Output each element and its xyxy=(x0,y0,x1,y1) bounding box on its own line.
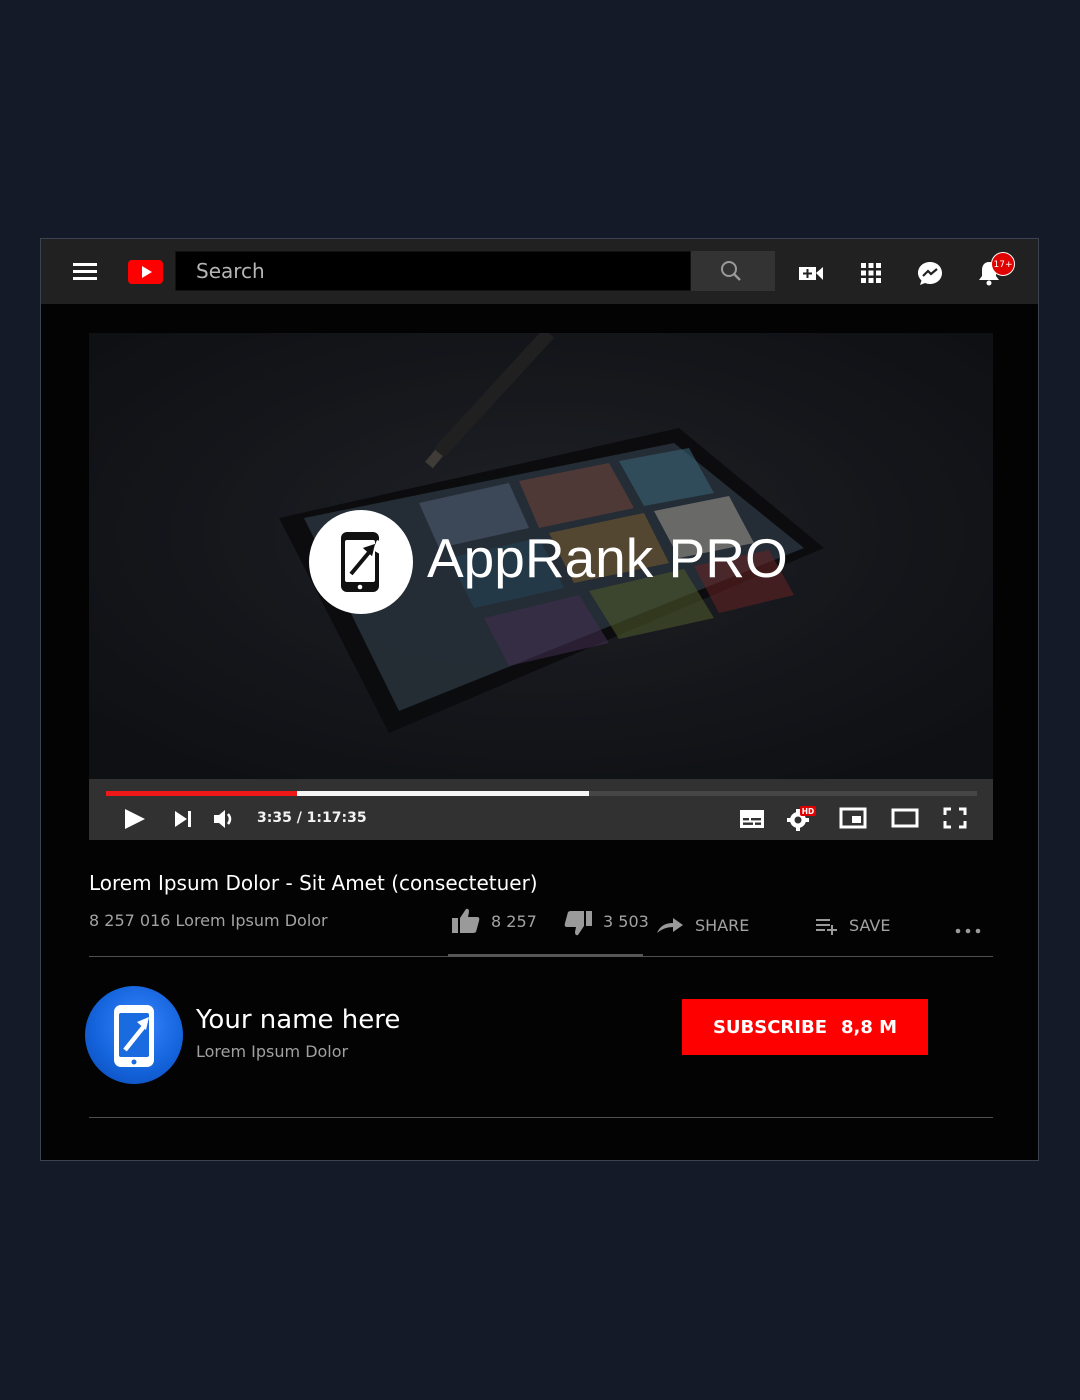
search-icon xyxy=(721,261,741,281)
notification-badge: 17+ xyxy=(991,252,1015,276)
search-input[interactable] xyxy=(175,251,691,291)
channel-avatar[interactable] xyxy=(85,986,183,1084)
theater-mode-icon[interactable] xyxy=(891,807,919,829)
save-label: SAVE xyxy=(849,915,891,935)
fullscreen-icon[interactable] xyxy=(943,807,967,829)
menu-icon[interactable] xyxy=(73,263,97,281)
share-icon xyxy=(657,918,683,933)
miniplayer-icon[interactable] xyxy=(839,807,867,829)
volume-icon[interactable] xyxy=(213,808,237,830)
share-label: SHARE xyxy=(695,915,750,935)
share-button[interactable]: SHARE xyxy=(655,911,749,939)
subscribe-button[interactable]: SUBSCRIBE 8,8 M xyxy=(682,999,928,1055)
thumbs-up-icon xyxy=(452,908,480,933)
settings-gear-icon: HD xyxy=(787,806,816,831)
progress-bar[interactable] xyxy=(106,791,977,796)
app-window: 17+ xyxy=(40,238,1039,1161)
play-icon[interactable] xyxy=(123,807,147,831)
dislike-count: 3 503 xyxy=(603,911,649,931)
save-button[interactable]: SAVE xyxy=(815,911,890,939)
time-display: 3:35 / 1:17:35 xyxy=(257,810,367,826)
like-count: 8 257 xyxy=(491,911,537,931)
brand-logo xyxy=(309,510,413,614)
like-button[interactable]: 8 257 xyxy=(451,907,537,935)
video-title: Lorem Ipsum Dolor - Sit Amet (consectetu… xyxy=(89,871,538,895)
more-options-icon[interactable] xyxy=(955,917,981,945)
top-bar: 17+ xyxy=(41,239,1038,304)
messages-icon[interactable] xyxy=(916,259,944,287)
channel-name[interactable]: Your name here xyxy=(196,1005,400,1035)
view-count: 8 257 016 Lorem Ipsum Dolor xyxy=(89,911,328,930)
phone-arrow-icon xyxy=(114,1005,154,1067)
subtitles-icon[interactable] xyxy=(739,809,765,829)
hd-badge: HD xyxy=(802,807,815,816)
next-icon[interactable] xyxy=(173,809,193,829)
phone-arrow-icon xyxy=(341,532,387,592)
subscriber-count: 8,8 M xyxy=(840,1016,898,1038)
video-player[interactable]: AppRank PRO 3:35 / 1:17:35 HD xyxy=(89,333,993,840)
create-video-icon[interactable] xyxy=(797,259,825,287)
playlist-add-icon xyxy=(816,919,837,935)
search-button[interactable] xyxy=(691,251,775,291)
divider xyxy=(89,1117,993,1118)
settings-button[interactable]: HD xyxy=(787,805,817,831)
subscribe-label: SUBSCRIBE xyxy=(712,1016,827,1038)
channel-subtitle: Lorem Ipsum Dolor xyxy=(196,1042,349,1061)
dislike-button[interactable]: 3 503 xyxy=(563,907,649,936)
brand-name: AppRank PRO xyxy=(427,527,788,589)
youtube-logo[interactable] xyxy=(128,260,163,284)
thumbs-down-icon xyxy=(564,911,592,936)
like-ratio-bar xyxy=(448,954,643,957)
player-controls: 3:35 / 1:17:35 HD xyxy=(89,779,993,840)
video-meta-row: 8 257 016 Lorem Ipsum Dolor 8 257 3 503 … xyxy=(89,908,993,939)
progress-played xyxy=(106,791,297,796)
apps-grid-icon[interactable] xyxy=(857,259,885,287)
